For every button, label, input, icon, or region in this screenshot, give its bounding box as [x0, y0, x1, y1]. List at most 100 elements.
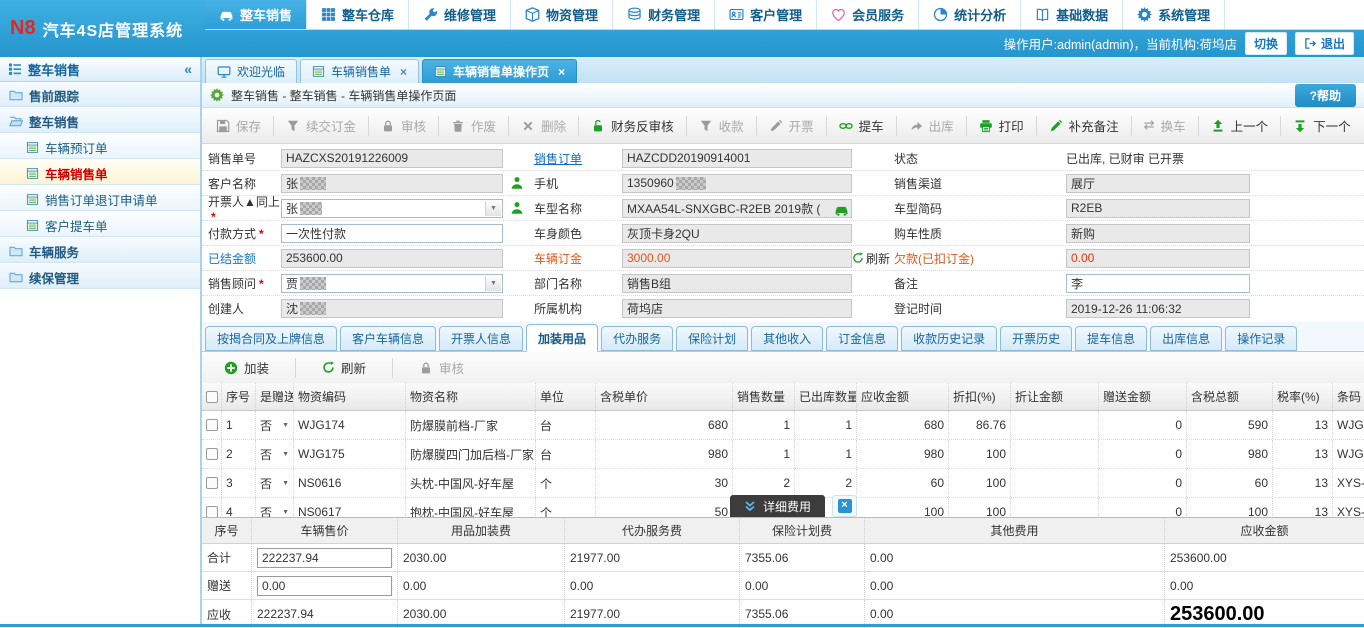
nav-item-statistics[interactable]: 统计分析	[919, 0, 1021, 29]
customer-name-field: 张	[281, 174, 503, 193]
tab-other-income[interactable]: 其他收入	[751, 326, 823, 351]
next-button[interactable]: 下一个	[1283, 113, 1361, 139]
chevron-down-icon[interactable]: ▼	[282, 422, 289, 429]
sidebar-item-customer-pickup[interactable]: 客户提车单	[0, 212, 200, 238]
sidebar-item-vehicle-sales-order[interactable]: 车辆销售单	[0, 160, 200, 186]
table-row[interactable]: 3 否▼ NS0616 头枕-中国风-好车屋 个 30 2 2 60 100 0…	[202, 469, 1364, 498]
sidebar-item-presale-tracking[interactable]: 售前跟踪	[0, 82, 200, 108]
vehicle-price-input[interactable]: 222237.94	[257, 548, 392, 568]
table-row[interactable]: 2 否▼ WJG175 防爆膜四门加后档-厂家 台 980 1 1 980 10…	[202, 440, 1364, 469]
nav-item-customers[interactable]: 客户管理	[715, 0, 817, 29]
gift-price-input[interactable]: 0.00	[257, 576, 392, 596]
folder-open-icon	[9, 114, 23, 128]
close-tab-icon[interactable]: ×	[558, 65, 565, 79]
arrow-out-icon	[909, 119, 923, 133]
logout-button[interactable]: 退出	[1295, 32, 1354, 55]
nav-item-base-data[interactable]: 基础数据	[1021, 0, 1123, 29]
audit-button[interactable]: 审核	[371, 113, 436, 139]
chevron-down-icon[interactable]: ▼	[485, 276, 501, 291]
person-icon[interactable]	[510, 176, 524, 190]
tab-pickup-info[interactable]: 提车信息	[1075, 326, 1147, 351]
gift-select[interactable]: 否▼	[256, 469, 294, 497]
row-checkbox[interactable]	[206, 477, 218, 489]
nav-item-vehicle-sales[interactable]: 整车销售	[205, 0, 307, 29]
chevron-down-icon[interactable]: ▼	[282, 451, 289, 458]
finance-unaudit-button[interactable]: 财务反审核	[581, 113, 684, 139]
print-button[interactable]: 打印	[969, 113, 1034, 139]
tab-invoicee-info[interactable]: 开票人信息	[439, 326, 523, 351]
detail-fees-toggle[interactable]: 详细费用	[730, 495, 825, 517]
nav-item-vehicle-warehouse[interactable]: 整车仓库	[307, 0, 409, 29]
remark-input[interactable]: 李	[1066, 274, 1250, 293]
tab-invoice-history[interactable]: 开票历史	[1000, 326, 1072, 351]
logout-icon	[1304, 37, 1317, 50]
tab-payment-history[interactable]: 收款历史记录	[901, 326, 997, 351]
nav-item-materials[interactable]: 物资管理	[511, 0, 613, 29]
tab-mortgage-plate[interactable]: 按揭合同及上牌信息	[205, 326, 337, 351]
table-row[interactable]: 1 否▼ WJG174 防爆膜前档-厂家 台 680 1 1 680 86.76…	[202, 411, 1364, 440]
nav-item-system[interactable]: 系统管理	[1123, 0, 1225, 29]
close-tab-icon[interactable]: ×	[400, 65, 407, 79]
delete-x-icon	[521, 119, 535, 133]
fees-summary-table: 序号 车辆售价 用品加装费 代办服务费 保险计划费 其他费用 应收金额 合计 2…	[202, 517, 1364, 627]
switch-org-button[interactable]: 切换	[1245, 32, 1287, 55]
chevron-down-icon[interactable]: ▼	[485, 201, 501, 216]
chevron-down-icon[interactable]: ▼	[282, 480, 289, 487]
receive-payment-button[interactable]: 收款	[689, 113, 754, 139]
sidebar-item-vehicle-preorder[interactable]: 车辆预订单	[0, 134, 200, 160]
tab-outbound-info[interactable]: 出库信息	[1150, 326, 1222, 351]
sidebar-item-order-cancel-request[interactable]: 销售订单退订申请单	[0, 186, 200, 212]
sidebar-item-vehicle-service[interactable]: 车辆服务	[0, 238, 200, 264]
tab-vehicle-sales-list[interactable]: 车辆销售单×	[300, 59, 419, 83]
tab-vehicle-sales-order-page[interactable]: 车辆销售单操作页×	[422, 59, 577, 83]
pickup-button[interactable]: 提车	[829, 113, 894, 139]
add-accessory-button[interactable]: 加装	[214, 355, 279, 381]
nav-item-finance[interactable]: 财务管理	[613, 0, 715, 29]
row-checkbox[interactable]	[206, 419, 218, 431]
refresh-icon	[322, 361, 335, 374]
sidebar-collapse-icon[interactable]: «	[184, 61, 192, 77]
void-button[interactable]: 作废	[441, 113, 506, 139]
outbound-button[interactable]: 出库	[899, 113, 964, 139]
invoicee-select[interactable]: 张▼	[281, 199, 503, 218]
tab-accessories[interactable]: 加装用品	[526, 324, 598, 352]
same-as-above-hint[interactable]: ▲同上	[244, 195, 280, 209]
main-area: 欢迎光临 车辆销售单× 车辆销售单操作页× 整车销售 - 整车销售 - 车辆销售…	[202, 57, 1364, 624]
sidebar-item-renewal[interactable]: 续保管理	[0, 264, 200, 290]
swap-vehicle-button[interactable]: ⇄换车	[1134, 113, 1196, 139]
gift-select[interactable]: 否▼	[256, 440, 294, 468]
gift-select[interactable]: 否▼	[256, 498, 294, 517]
gift-select[interactable]: 否▼	[256, 411, 294, 439]
refresh-items-button[interactable]: 刷新	[312, 355, 376, 381]
nav-item-repair[interactable]: 维修管理	[409, 0, 511, 29]
tab-welcome[interactable]: 欢迎光临	[205, 59, 297, 83]
invoice-button[interactable]: 开票	[759, 113, 824, 139]
previous-button[interactable]: 上一个	[1201, 113, 1279, 139]
sale-order-link[interactable]: 销售订单	[534, 152, 582, 166]
tab-customer-vehicle[interactable]: 客户车辆信息	[340, 326, 436, 351]
audit-items-button[interactable]: 审核	[409, 355, 474, 381]
tab-operation-log[interactable]: 操作记录	[1225, 326, 1297, 351]
row-checkbox[interactable]	[206, 506, 218, 517]
sidebar-item-vehicle-sales[interactable]: 整车销售	[0, 108, 200, 134]
save-icon	[216, 119, 230, 133]
tab-insurance-plan[interactable]: 保险计划	[676, 326, 748, 351]
renew-deposit-button[interactable]: 续交订金	[276, 113, 366, 139]
help-button[interactable]: ?帮助	[1295, 84, 1356, 107]
nav-item-membership[interactable]: 会员服务	[817, 0, 919, 29]
refresh-link[interactable]: 刷新	[852, 250, 890, 267]
advisor-select[interactable]: 贾▼	[281, 274, 503, 293]
payment-input[interactable]: 一次性付款	[281, 224, 503, 243]
person-icon[interactable]	[510, 201, 524, 215]
save-button[interactable]: 保存	[206, 113, 271, 139]
tab-agency-service[interactable]: 代办服务	[601, 326, 673, 351]
add-remark-button[interactable]: 补充备注	[1039, 113, 1129, 139]
row-checkbox[interactable]	[206, 448, 218, 460]
order-form: 销售单号 HAZCXS20191226009 销售订单 HAZCDD201909…	[202, 144, 1364, 322]
pencil-icon	[769, 119, 783, 133]
delete-button[interactable]: 删除	[511, 113, 576, 139]
chevron-down-icon[interactable]: ▼	[282, 509, 289, 516]
tab-deposit-info[interactable]: 订金信息	[826, 326, 898, 351]
close-fees-button[interactable]: ×	[832, 495, 857, 517]
select-all-checkbox[interactable]	[206, 391, 218, 403]
